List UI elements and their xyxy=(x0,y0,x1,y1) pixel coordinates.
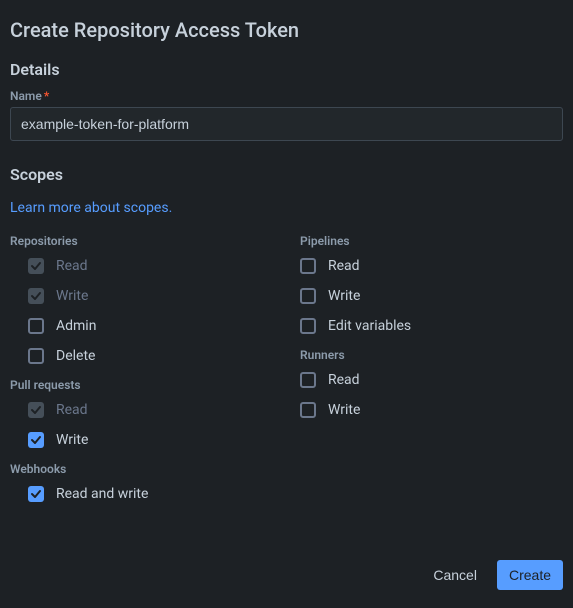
checkbox-icon xyxy=(28,288,44,304)
repositories-write-checkbox: Write xyxy=(28,288,300,304)
checkbox-icon xyxy=(300,372,316,388)
pullrequests-label: Pull requests xyxy=(10,378,300,392)
pipelines-label: Pipelines xyxy=(300,234,563,248)
required-indicator: * xyxy=(44,89,49,103)
checkbox-label: Write xyxy=(56,288,88,304)
repositories-delete-checkbox[interactable]: Delete xyxy=(28,348,300,364)
pullrequests-write-checkbox[interactable]: Write xyxy=(28,432,300,448)
runners-label: Runners xyxy=(300,348,563,362)
checkbox-label: Write xyxy=(56,432,88,448)
cancel-button[interactable]: Cancel xyxy=(421,560,489,590)
repositories-label: Repositories xyxy=(10,234,300,248)
checkbox-icon xyxy=(28,348,44,364)
checkbox-label: Admin xyxy=(56,318,96,334)
checkbox-label: Read xyxy=(56,402,88,418)
pipelines-edit-variables-checkbox[interactable]: Edit variables xyxy=(300,318,563,334)
page-title: Create Repository Access Token xyxy=(10,18,563,42)
runners-write-checkbox[interactable]: Write xyxy=(300,402,563,418)
webhooks-label: Webhooks xyxy=(10,462,300,476)
webhooks-read-and-write-checkbox[interactable]: Read and write xyxy=(28,486,300,502)
learn-more-link[interactable]: Learn more about scopes. xyxy=(10,200,172,216)
pipelines-write-checkbox[interactable]: Write xyxy=(300,288,563,304)
checkbox-label: Read xyxy=(328,258,360,274)
checkbox-icon xyxy=(300,288,316,304)
repositories-admin-checkbox[interactable]: Admin xyxy=(28,318,300,334)
checkbox-icon xyxy=(28,318,44,334)
checkbox-label: Read and write xyxy=(56,486,148,502)
scopes-heading: Scopes xyxy=(10,165,563,184)
details-heading: Details xyxy=(10,60,563,79)
runners-read-checkbox[interactable]: Read xyxy=(300,372,563,388)
checkbox-icon xyxy=(28,486,44,502)
checkbox-icon xyxy=(300,318,316,334)
pullrequests-read-checkbox: Read xyxy=(28,402,300,418)
checkbox-icon xyxy=(300,258,316,274)
checkbox-label: Write xyxy=(328,402,360,418)
checkbox-label: Read xyxy=(328,372,360,388)
checkbox-label: Edit variables xyxy=(328,318,411,334)
name-label: Name xyxy=(10,89,42,103)
create-button[interactable]: Create xyxy=(497,560,563,590)
name-input[interactable] xyxy=(10,107,563,141)
checkbox-label: Read xyxy=(56,258,88,274)
pipelines-read-checkbox[interactable]: Read xyxy=(300,258,563,274)
checkbox-icon xyxy=(28,432,44,448)
checkbox-label: Delete xyxy=(56,348,95,364)
checkbox-icon xyxy=(28,402,44,418)
repositories-read-checkbox: Read xyxy=(28,258,300,274)
checkbox-label: Write xyxy=(328,288,360,304)
checkbox-icon xyxy=(300,402,316,418)
checkbox-icon xyxy=(28,258,44,274)
